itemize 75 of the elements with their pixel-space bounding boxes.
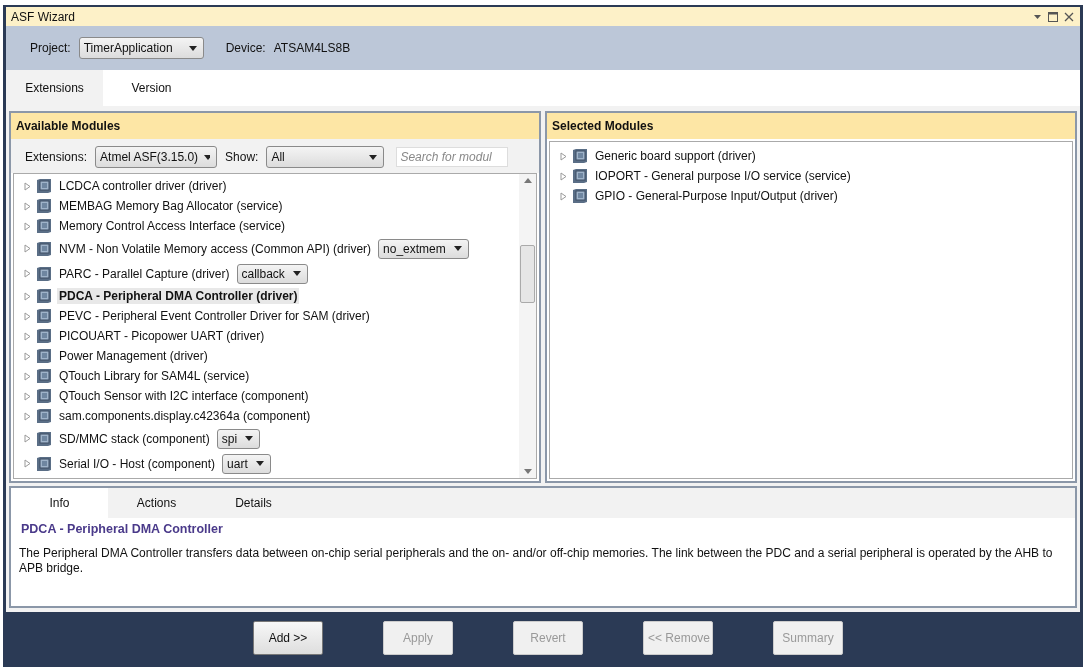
module-icon <box>36 328 52 344</box>
module-item[interactable]: PARC - Parallel Capture (driver) <box>57 265 232 282</box>
dropdown-icon[interactable] <box>1033 12 1042 21</box>
caret-icon <box>204 154 211 160</box>
module-icon <box>36 455 52 472</box>
module-item[interactable]: Serial I/O - Host (component) <box>57 455 218 472</box>
show-label: Show: <box>225 150 259 164</box>
module-icon <box>36 408 52 424</box>
module-item[interactable]: sam.components.display.c42364a (component) <box>57 408 313 424</box>
module-icon <box>36 218 52 234</box>
action-button[interactable]: Add >> <box>253 621 323 655</box>
option-dropdown[interactable]: spi <box>216 428 261 449</box>
module-icon <box>572 188 588 204</box>
caret-icon <box>188 45 197 51</box>
module-item[interactable]: QTouch Library for SAM4L (service) <box>57 368 252 384</box>
module-item[interactable]: LCDCA controller driver (driver) <box>57 178 229 194</box>
module-item[interactable]: QTouch Sensor with I2C interface (component) <box>57 388 311 404</box>
scrollbar[interactable] <box>519 174 536 478</box>
module-icon <box>36 430 52 447</box>
module-item[interactable]: NVM - Non Volatile Memory access (Common API) (driver) <box>57 240 374 257</box>
scroll-down-icon[interactable] <box>523 469 532 474</box>
option-dropdown[interactable]: no_extmem <box>378 238 469 259</box>
module-icon <box>36 348 52 364</box>
module-heading: PDCA - Peripheral DMA Controller <box>20 521 224 538</box>
expand-arrow-icon[interactable] <box>24 434 31 443</box>
module-icon <box>36 388 52 404</box>
module-item[interactable]: GPIO - General-Purpose Input/Output (driver) <box>593 188 840 204</box>
module-icon <box>36 265 52 282</box>
caret-icon <box>245 436 254 441</box>
panel-header: Selected Modules <box>547 113 1075 139</box>
module-icon <box>36 368 52 384</box>
extensions-label: Extensions: <box>25 150 88 164</box>
expand-arrow-icon[interactable] <box>24 244 31 253</box>
module-icon <box>36 240 52 257</box>
expand-arrow-icon[interactable] <box>24 459 31 468</box>
module-icon <box>572 168 588 184</box>
module-icon <box>36 288 52 304</box>
module-item[interactable]: SD/MMC stack (component) <box>57 430 212 447</box>
module-item[interactable]: PICOUART - Picopower UART (driver) <box>57 328 267 344</box>
expand-arrow-icon[interactable] <box>24 269 31 278</box>
window-title: ASF Wizard <box>11 9 75 24</box>
module-item[interactable]: Power Management (driver) <box>57 348 210 364</box>
caret-icon <box>292 271 301 276</box>
scroll-thumb[interactable] <box>520 244 535 303</box>
tab[interactable]: Actions <box>108 488 205 518</box>
show-dropdown[interactable]: All <box>266 146 385 168</box>
caret-icon <box>255 461 264 466</box>
panel-header: Available Modules <box>11 113 539 139</box>
tab[interactable]: Extensions <box>6 70 103 106</box>
module-icon <box>572 148 588 164</box>
scroll-up-icon[interactable] <box>523 178 532 183</box>
module-icon <box>36 178 52 194</box>
module-item[interactable]: IOPORT - General purpose I/O service (service) <box>593 168 853 184</box>
tab[interactable]: Info <box>11 488 108 518</box>
module-icon <box>36 198 52 214</box>
extensions-dropdown[interactable]: Atmel ASF(3.15.0) <box>95 146 218 168</box>
module-icon <box>36 308 52 324</box>
tab[interactable]: Details <box>205 488 302 518</box>
project-label: Project: <box>30 41 71 55</box>
module-item[interactable]: PDCA - Peripheral DMA Controller (driver) <box>57 288 300 304</box>
close-icon[interactable] <box>1064 11 1074 22</box>
caret-icon <box>369 154 378 160</box>
option-dropdown[interactable]: callback <box>236 263 308 284</box>
maximize-icon[interactable] <box>1048 11 1058 22</box>
device-label: Device: <box>225 41 266 55</box>
module-description: The Peripheral DMA Controller transfers data between on-chip serial peripherals and the on- and/or off-chip memories. The link between the PDC and a serial peripheral is operated by the AHB to APB bridge. <box>18 546 1054 576</box>
module-item[interactable]: Memory Control Access Interface (service) <box>57 218 288 234</box>
module-item[interactable]: MEMBAG Memory Bag Allocator (service) <box>57 198 285 214</box>
project-dropdown[interactable]: TimerApplication <box>78 37 204 59</box>
module-item[interactable]: PEVC - Peripheral Event Controller Driver for SAM (driver) <box>57 308 372 324</box>
module-item[interactable]: Generic board support (driver) <box>593 148 758 164</box>
device-value: ATSAM4LS8B <box>273 41 351 55</box>
option-dropdown[interactable]: uart <box>222 453 271 474</box>
search-field[interactable]: Search for modul <box>396 147 509 167</box>
caret-icon <box>453 246 462 251</box>
